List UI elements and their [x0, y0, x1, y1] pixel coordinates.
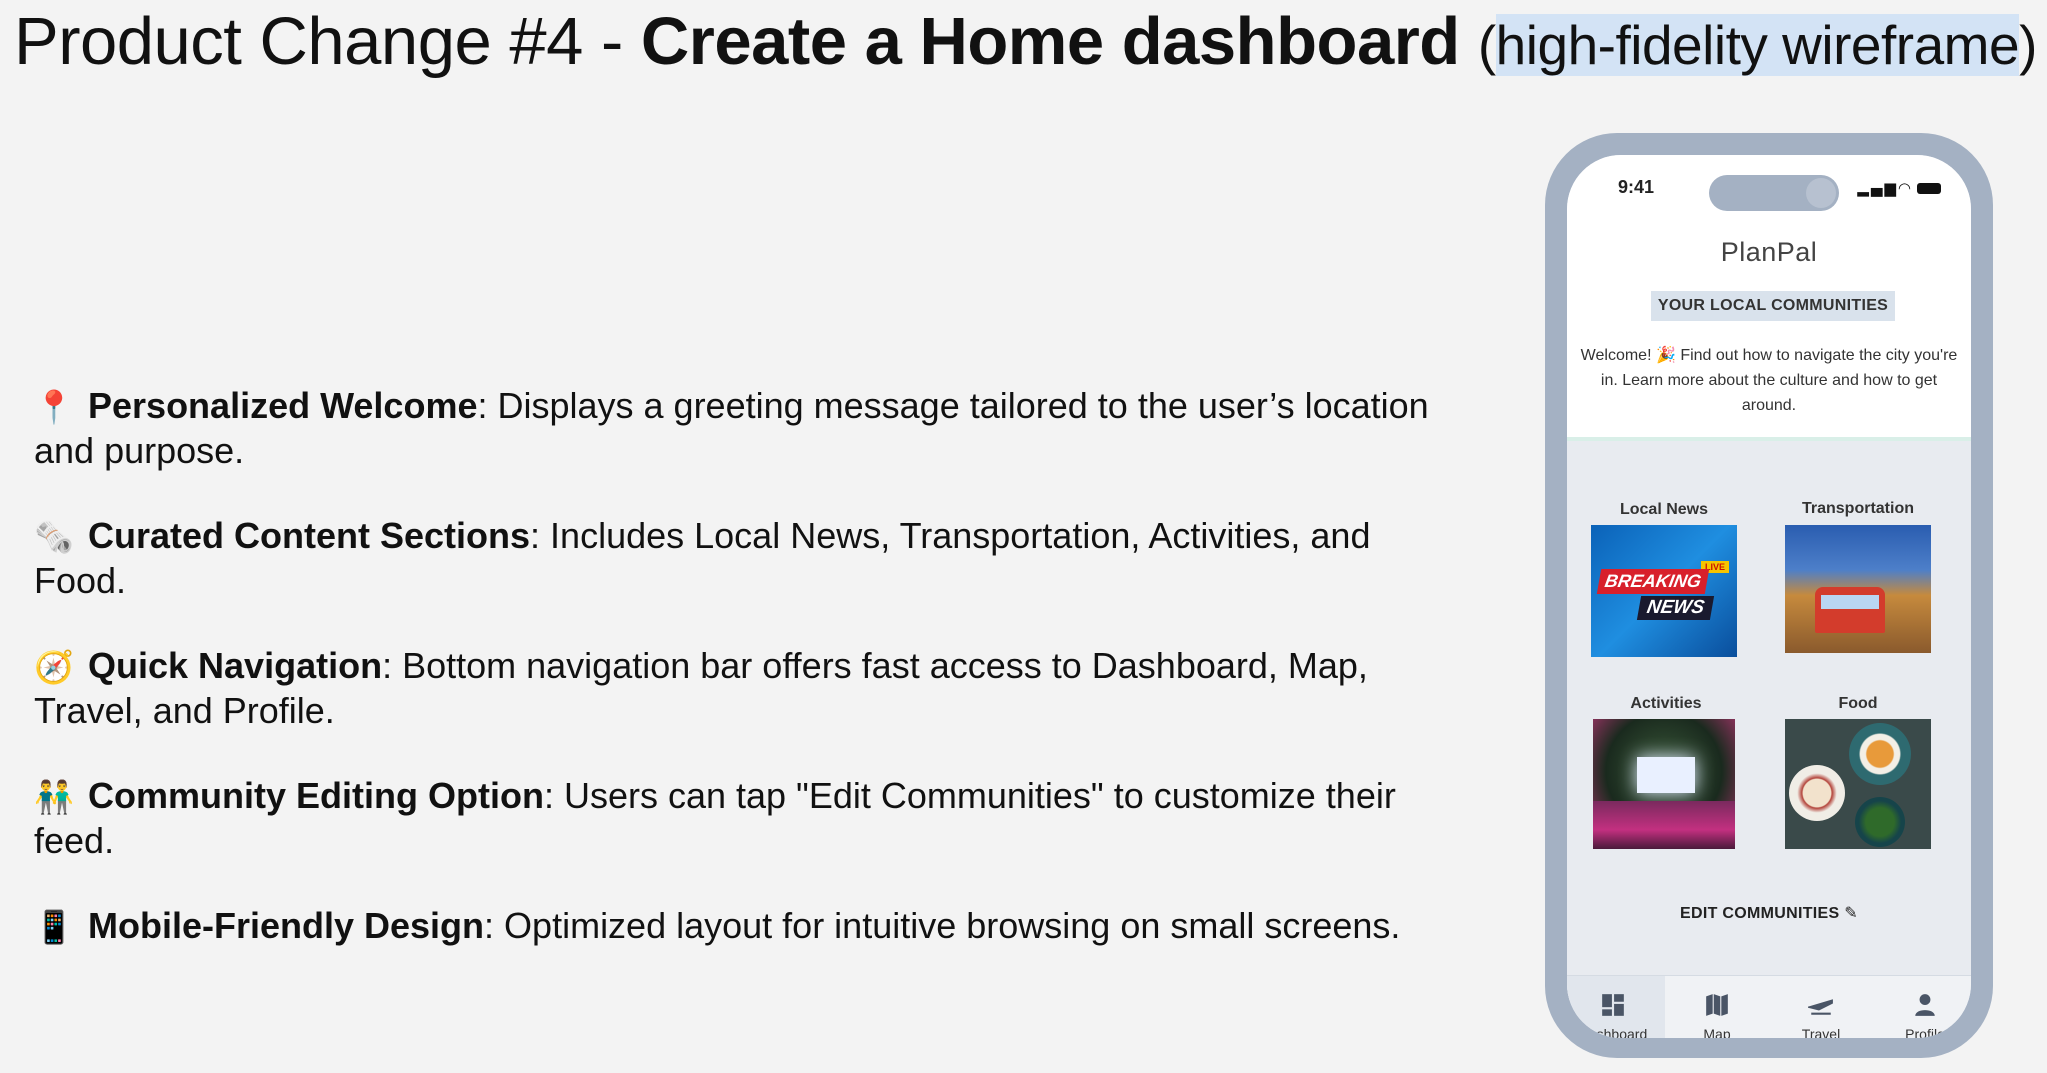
status-icons: ▂▄▆◠ [1857, 179, 1941, 197]
local-news-tile[interactable]: LIVE BREAKING NEWS [1591, 525, 1737, 657]
battery-icon [1917, 183, 1941, 194]
transportation-tile[interactable] [1785, 525, 1931, 653]
plane-icon [1808, 999, 1833, 1015]
outdoor-movie-screen [1637, 757, 1695, 793]
feature-list: 📍 Personalized Welcome: Displays a greeti… [34, 384, 1454, 991]
feature-title: Mobile-Friendly Design [88, 905, 485, 946]
pencil-icon: ✎ [1844, 903, 1858, 922]
signal-icon: ▂▄▆ [1857, 179, 1898, 197]
wifi-icon: ◠ [1897, 179, 1913, 197]
app-name: PlanPal [1720, 237, 1818, 267]
phone-screen: 9:41 ▂▄▆◠ PlanPal YOUR LOCAL COMMUNITIES… [1567, 155, 1971, 1038]
section-title: YOUR LOCAL COMMUNITIES [1651, 291, 1895, 321]
edit-communities-label: EDIT COMMUNITIES [1680, 905, 1840, 922]
tile-label-transportation: Transportation [1801, 500, 1914, 517]
title-paren-open: ( [1477, 14, 1496, 76]
welcome-message: Welcome! 🎉 Find out how to navigate the … [1580, 347, 1958, 414]
feature-title: Personalized Welcome [88, 385, 478, 426]
activities-tile[interactable] [1593, 719, 1735, 849]
feature-item: 🧭 Quick Navigation: Bottom navigation bar… [34, 644, 1454, 732]
feature-item: 📍 Personalized Welcome: Displays a greeti… [34, 384, 1454, 472]
people-icon: 👬 [34, 778, 74, 816]
title-highlight: high-fidelity wireframe [1495, 14, 2020, 76]
dynamic-island [1709, 175, 1839, 211]
food-tile[interactable] [1785, 719, 1931, 849]
feature-item: 📱 Mobile-Friendly Design: Optimized layou… [34, 904, 1454, 949]
tile-label-food: Food [1838, 695, 1878, 712]
feature-item: 👬 Community Editing Option: Users can tap… [34, 774, 1454, 862]
slide-title: Product Change #4 - Create a Home dashbo… [14, 4, 2037, 83]
tile-label-local-news: Local News [1619, 501, 1709, 518]
news-text: NEWS [1636, 596, 1715, 620]
pin-icon: 📍 [34, 388, 74, 426]
breaking-news-graphic: BREAKING NEWS [1596, 569, 1729, 620]
greens-bowl-image [1855, 797, 1905, 847]
feature-item: 🗞️ Curated Content Sections: Includes Loc… [34, 514, 1454, 602]
tile-label-activities: Activities [1630, 695, 1702, 712]
breaking-text: BREAKING [1596, 569, 1710, 594]
soup-bowl-image [1849, 723, 1911, 785]
nav-map[interactable]: Map [1665, 976, 1769, 1038]
dashboard-icon [1602, 994, 1624, 1016]
status-time: 9:41 [1618, 177, 1655, 197]
mobile-phone-icon: 📱 [34, 908, 74, 946]
tram-image [1815, 587, 1885, 633]
nav-profile[interactable]: Profile [1873, 976, 1971, 1038]
dumpling-plate-image [1789, 765, 1845, 821]
nav-label-map: Map [1703, 1026, 1731, 1038]
nav-label-profile: Profile [1905, 1026, 1945, 1038]
feature-text: : Optimized layout for intuitive browsin… [484, 905, 1401, 946]
feature-title: Curated Content Sections [88, 515, 531, 556]
newspaper-icon: 🗞️ [34, 518, 74, 556]
nav-label-dashboard: Dashboard [1578, 1026, 1648, 1038]
nav-dashboard[interactable]: Dashboard [1567, 976, 1665, 1038]
nav-label-travel: Travel [1801, 1026, 1841, 1038]
crowd-image [1593, 801, 1735, 849]
title-paren-close: ) [2019, 14, 2037, 76]
edit-communities-link[interactable]: EDIT COMMUNITIES ✎ [1567, 903, 1971, 923]
nav-travel[interactable]: Travel [1769, 976, 1873, 1038]
phone-mockup: 9:41 ▂▄▆◠ PlanPal YOUR LOCAL COMMUNITIES… [1545, 133, 1993, 1058]
feature-title: Quick Navigation [88, 645, 383, 686]
title-prefix: Product Change #4 - [14, 4, 641, 79]
compass-icon: 🧭 [34, 648, 74, 686]
camera-lens [1806, 178, 1836, 208]
bottom-nav: Dashboard Map Travel Profile [1567, 975, 1971, 1038]
welcome-header: 9:41 ▂▄▆◠ PlanPal YOUR LOCAL COMMUNITIES… [1567, 155, 1971, 441]
map-icon [1706, 994, 1728, 1016]
feature-title: Community Editing Option [88, 775, 544, 816]
title-bold: Create a Home dashboard [640, 4, 1460, 79]
profile-icon [1915, 994, 1935, 1016]
